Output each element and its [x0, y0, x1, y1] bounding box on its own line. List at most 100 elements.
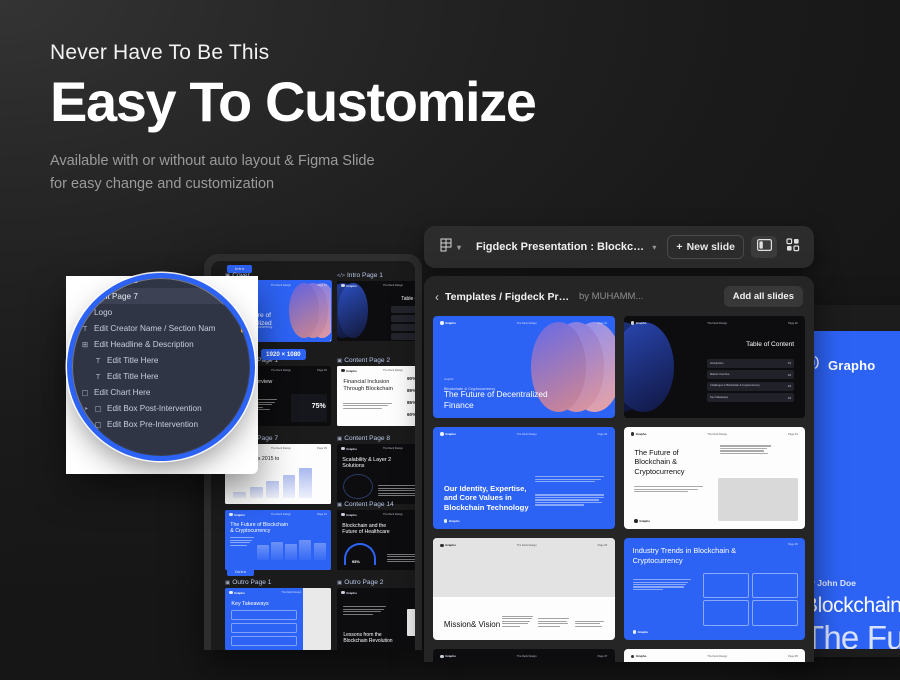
slide-card-6[interactable]: .Page 06 Industry Trends in Blockchain &…	[624, 538, 806, 640]
canvas-frame-content-page-14[interactable]: ▣Content Page 14 GraphoThe Deck DesignPa…	[337, 501, 415, 570]
layer-row[interactable]: −▢Edit Chart Here	[72, 384, 250, 400]
canvas-frame-outro-page-1[interactable]: ▣Outro Page 1 GraphoThe Deck Design Key …	[225, 579, 331, 650]
slide-title: Financial Inclusion Through Blockchain	[343, 379, 400, 393]
new-slide-button[interactable]: + New slide	[667, 235, 744, 259]
slide-title: Lessons from the Blockchain Revolution	[343, 632, 404, 645]
layer-name: Edit Title Here	[107, 356, 158, 365]
layer-disclosure-arrow[interactable]: −	[72, 341, 76, 347]
frame-label: Intro Page 1	[347, 272, 383, 279]
layer-row[interactable]: ▣Content Page 6	[72, 278, 250, 288]
thumbnail-content-page-14[interactable]: GraphoThe Deck DesignPage 16 Blockchain …	[337, 510, 415, 570]
slide-title: Mission& Vision	[444, 620, 500, 630]
frame-icon: ▣	[72, 292, 76, 301]
chevron-left-icon[interactable]: ‹	[435, 290, 439, 304]
slide-title: Scalability & Layer 2 Solutions	[342, 457, 395, 471]
stat-list: 90% 89% 86% 60%	[407, 376, 415, 417]
slide-title: Industry Trends in Blockchain & Cryptocu…	[633, 546, 746, 566]
brand-name: Grapho	[828, 358, 875, 373]
slide-card-3[interactable]: GraphoThe Deck DesignPage 03 Our Identit…	[433, 427, 615, 529]
chevron-down-icon: ▾	[457, 243, 461, 252]
layer-row[interactable]: ▣Content Page 7	[72, 288, 250, 304]
figma-slides-window: ▾ Figdeck Presentation : Blockchain ... …	[424, 226, 814, 662]
hero-eyebrow: Never Have To Be This	[50, 40, 536, 65]
layer-disclosure-arrow[interactable]: ▸	[84, 405, 89, 412]
canvas-frame-outro-page-2[interactable]: ▣Outro Page 2 GraphoThe Deck Design Less…	[337, 579, 415, 650]
file-name-label[interactable]: Figdeck Presentation : Blockchain ...	[476, 241, 645, 253]
code-component-icon: </>	[337, 273, 345, 279]
slide-card-2[interactable]: GraphoThe Deck DesignPage 02 Table of Co…	[624, 316, 806, 418]
layer-row[interactable]: TEdit Creator Name / Section Nam🔒👁	[72, 320, 250, 336]
file-chevron-down-icon[interactable]: ▾	[652, 243, 656, 252]
frame-icon: ▣	[337, 580, 342, 586]
slide-card-4[interactable]: GraphoThe Deck DesignPage 04 The Future …	[624, 427, 806, 529]
layers-panel[interactable]: ▣Content Page 6▣Content Page 7▸▢LogoTEdi…	[72, 278, 250, 432]
slide-card-5[interactable]: GraphoThe Deck DesignPage 05 Mission& Vi…	[433, 538, 615, 640]
frame-label: Outro Page 1	[232, 579, 271, 586]
layer-name: Edit Title Here	[107, 372, 158, 381]
layer-row[interactable]: −⊞Edit Headline & Description	[72, 336, 250, 352]
toc-list	[391, 306, 415, 340]
group-icon: ▢	[94, 404, 102, 413]
canvas-frame-intro-page-1[interactable]: </>Intro Page 1 GraphoThe Deck DesignPag…	[337, 272, 415, 341]
breadcrumb: ‹ Templates / Figdeck Pres... by MUHAMM.…	[433, 284, 805, 316]
text-icon: T	[94, 372, 102, 381]
frame-icon: ▣	[337, 358, 342, 364]
selection-size-badge: 1920 × 1080	[261, 349, 306, 360]
hero-subtitle: Available with or without auto layout & …	[50, 150, 536, 197]
breadcrumb-author: by MUHAMM...	[579, 291, 643, 302]
text-icon: T	[81, 324, 89, 333]
slide-card-7[interactable]: GraphoThe Deck DesignPage 07 Market Over…	[433, 649, 615, 662]
autolayout-icon: ⊞	[81, 340, 89, 349]
group-icon: ▢	[81, 308, 89, 317]
split-pane-view-button[interactable]	[751, 236, 777, 258]
group-icon: ▢	[81, 388, 89, 397]
slide-title: The Future of Blockchain & Cryptocurrenc…	[634, 448, 710, 477]
magnifier-lens: ▣Content Page 6▣Content Page 7▸▢LogoTEdi…	[72, 278, 250, 456]
grid-view-icon	[786, 238, 800, 257]
slide-thumbnail-grid: GraphoThe Deck DesignPage 01 Graphic Blo…	[433, 316, 805, 662]
slide-title: Blockchain and the Future of Healthcare	[342, 523, 397, 536]
thumbnail-outro-page-1[interactable]: GraphoThe Deck Design Key Takeaways	[225, 588, 331, 650]
canvas-frame-row-4: ▣Content Page 13 GraphoThe Deck DesignPa…	[225, 501, 415, 570]
brand-logo: Grapho	[804, 355, 875, 375]
canvas-frame-content-page-2[interactable]: ▣Content Page 2 GraphoThe Deck DesignPag…	[337, 357, 415, 426]
layer-disclosure-arrow[interactable]: ▸	[72, 309, 76, 316]
slide-card-1[interactable]: GraphoThe Deck DesignPage 01 Graphic Blo…	[433, 316, 615, 418]
thumbnail-content-page-13[interactable]: GraphoThe Deck DesignPage 15 The Future …	[225, 510, 331, 570]
slide-card-8[interactable]: GraphoThe Deck DesignPage 08 Financial I…	[624, 649, 806, 662]
frame-icon: ▣	[337, 502, 342, 508]
frame-icon: ▣	[337, 436, 342, 442]
layer-name: Edit Box Pre-Intervention	[107, 420, 198, 429]
slide-title: The Future of Decentralized Finance	[444, 389, 557, 411]
toc-list: Introduction01 Market Overview02 Challen…	[707, 359, 794, 403]
hero-text-block: Never Have To Be This Easy To Customize …	[50, 40, 536, 197]
add-all-slides-button[interactable]: Add all slides	[724, 286, 803, 307]
layer-disclosure-arrow[interactable]: −	[72, 389, 76, 395]
thumbnail-content-page-8[interactable]: GraphoThe Deck DesignPage 10 Scalability…	[337, 444, 415, 504]
thumbnail-intro-page-1[interactable]: GraphoThe Deck DesignPage 02 Table of Co…	[337, 281, 415, 341]
layer-row[interactable]: TEdit Title Here	[72, 352, 250, 368]
figma-toolbar: ▾ Figdeck Presentation : Blockchain ... …	[424, 226, 814, 268]
slide-title: Key Takeaways	[231, 601, 268, 607]
thumbnail-content-page-2[interactable]: GraphoThe Deck DesignPage 04 Financial I…	[337, 366, 415, 426]
presentation-mockup-stage: Never Have To Be This Easy To Customize …	[0, 0, 900, 680]
layer-row[interactable]: ▸▢Edit Box Post-Intervention	[72, 400, 250, 416]
lock-icon[interactable]: 🔒	[239, 324, 248, 333]
hero-subtitle-line-2: for easy change and customization	[50, 173, 536, 196]
thumbnail-outro-page-2[interactable]: GraphoThe Deck Design Lessons from the B…	[337, 588, 415, 650]
breadcrumb-path[interactable]: Templates / Figdeck Pres...	[445, 291, 573, 303]
takeaway-cards	[231, 610, 297, 646]
frame-label: Content Page 2	[344, 357, 390, 364]
layer-row[interactable]: ▸ ▢ Logo	[72, 304, 250, 320]
layer-row[interactable]: ▢Edit Box Pre-Intervention	[72, 416, 250, 432]
frame-label: Content Page 14	[344, 501, 394, 508]
slide-title: Our Identity, Expertise, and Core Values…	[444, 484, 531, 513]
figma-menu-button[interactable]: ▾	[432, 233, 469, 261]
layer-name: Logo	[94, 308, 112, 317]
canvas-frame-content-page-13[interactable]: ▣Content Page 13 GraphoThe Deck DesignPa…	[225, 501, 331, 570]
canvas-frame-content-page-8[interactable]: ▣Content Page 8 GraphoThe Deck DesignPag…	[337, 435, 415, 504]
frame-icon: ▣	[225, 580, 230, 586]
layer-row[interactable]: T Edit Title Here	[72, 368, 250, 384]
grid-view-button[interactable]	[780, 236, 806, 258]
preview-heading-line-1: Blockchain &	[804, 594, 900, 618]
